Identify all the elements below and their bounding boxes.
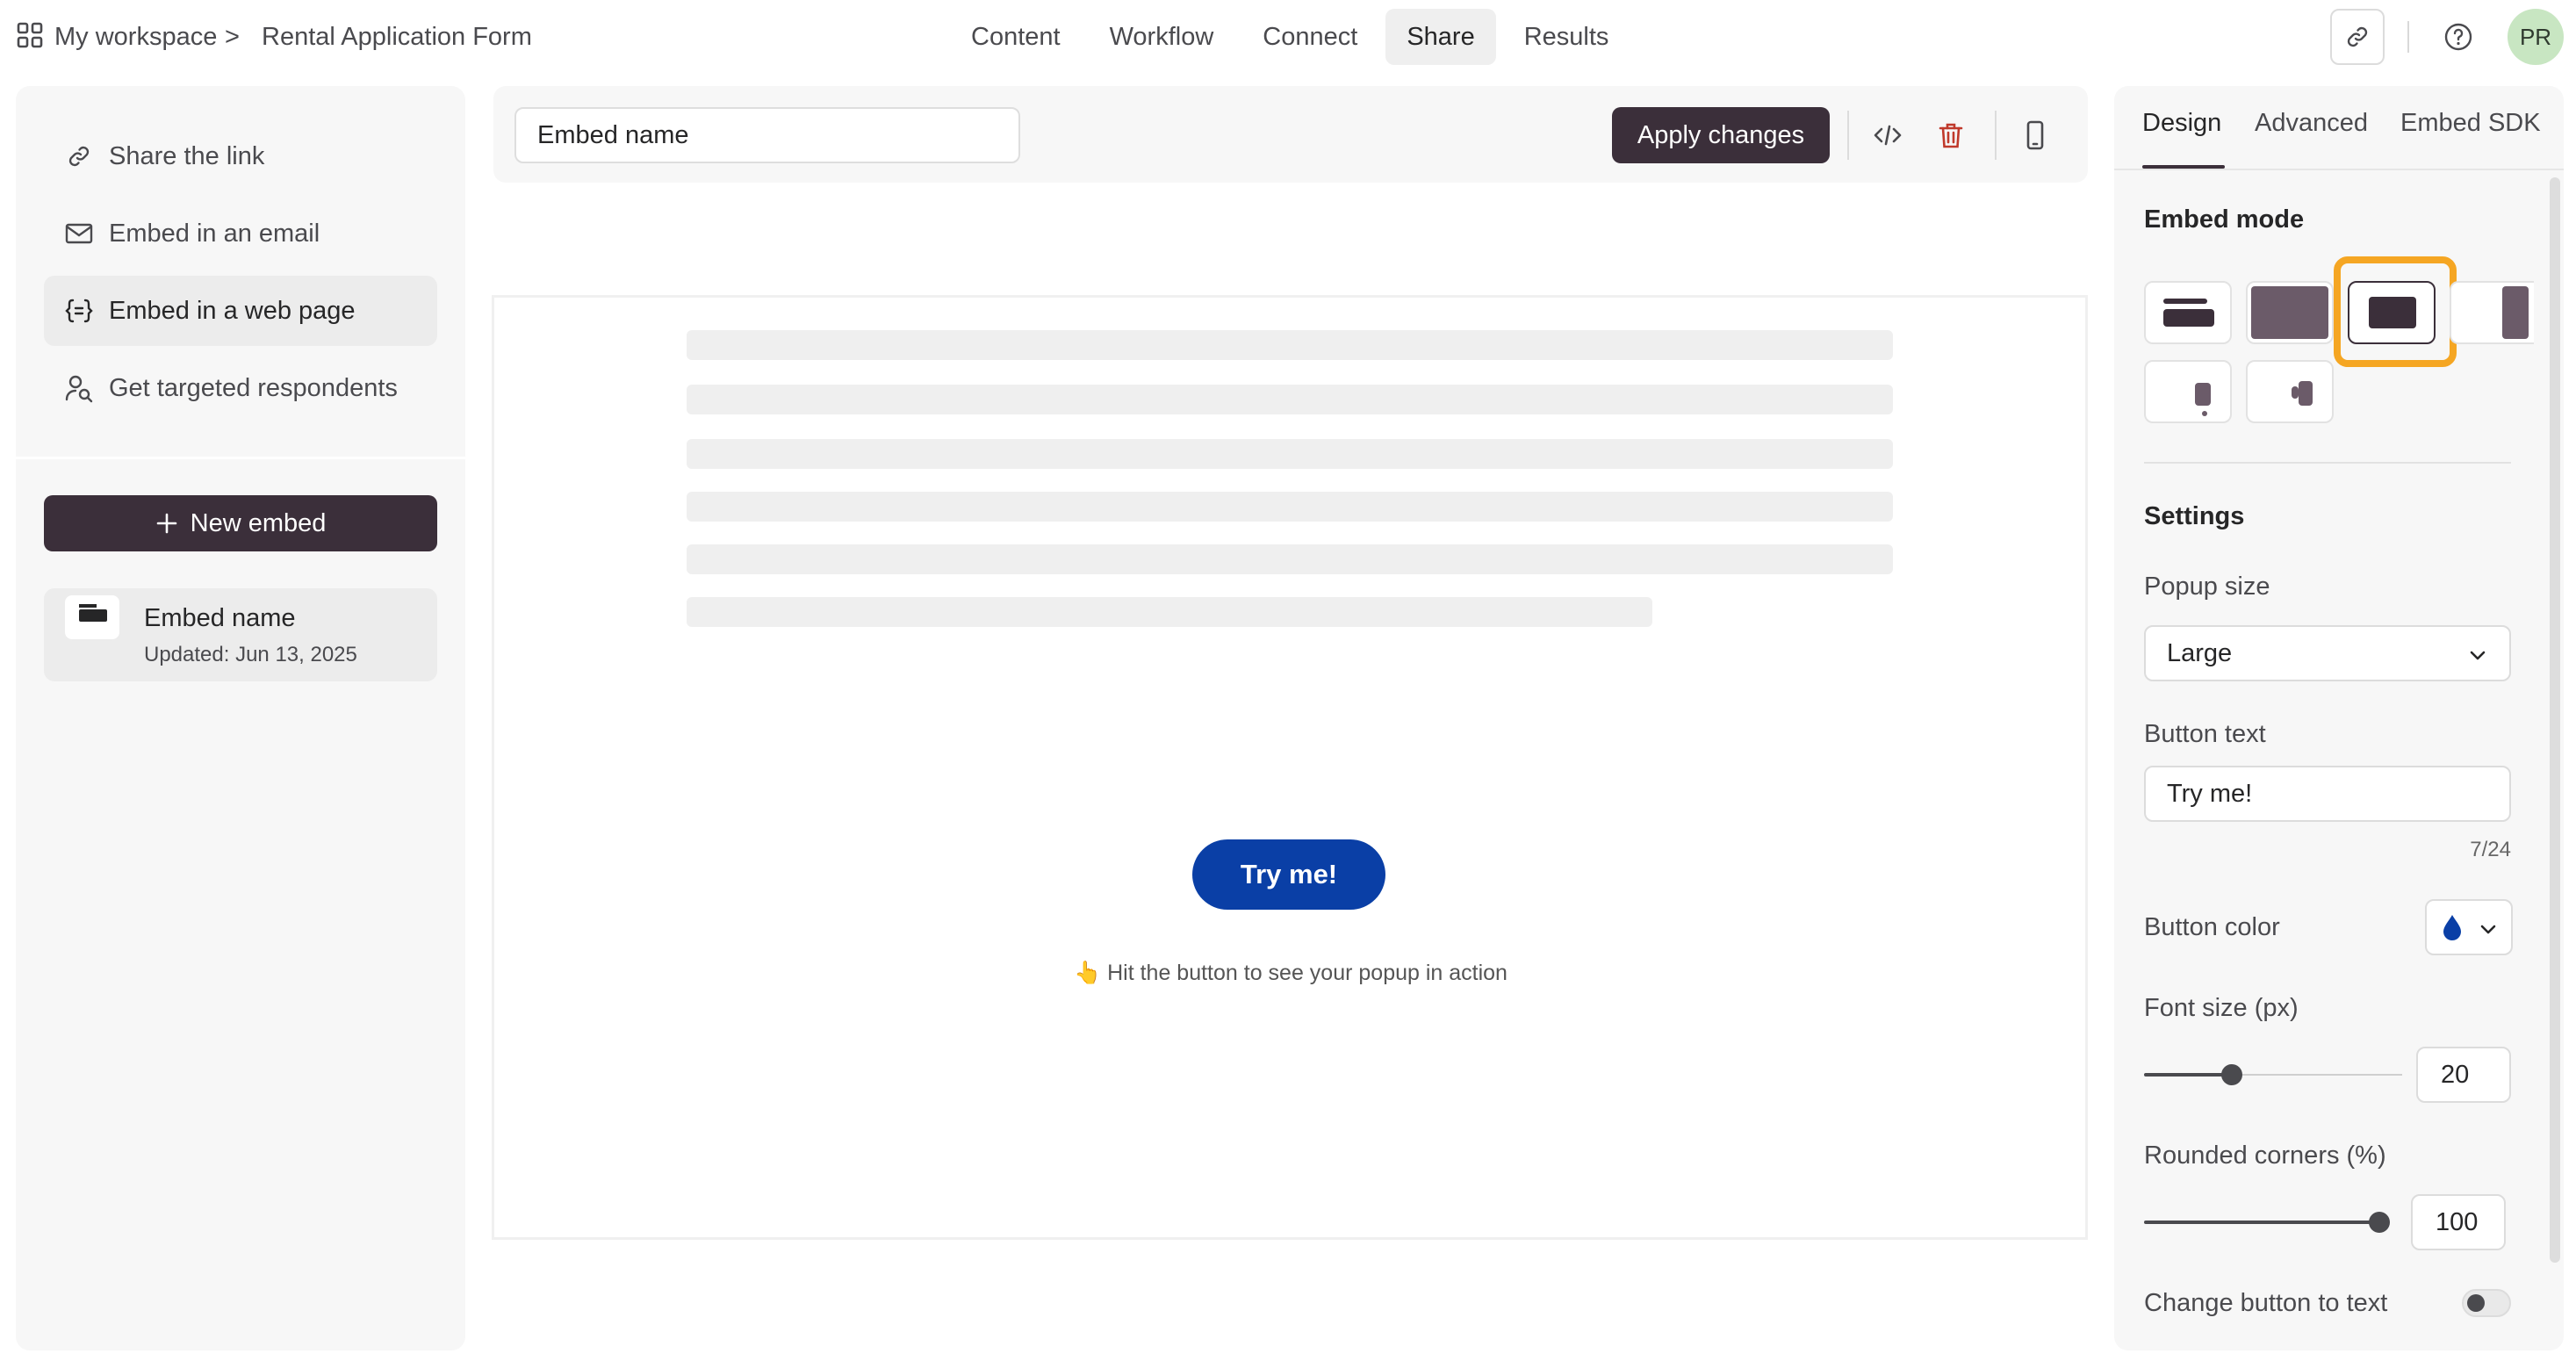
share-option-label: Embed in an email (109, 219, 320, 248)
embed-list-item[interactable]: Embed name Updated: Jun 13, 2025 (44, 588, 437, 681)
tab-content[interactable]: Content (950, 9, 1082, 65)
divider (16, 457, 465, 459)
settings-title: Settings (2144, 502, 2245, 530)
new-embed-label: New embed (190, 508, 327, 537)
preview-popup-button[interactable]: Try me! (1192, 839, 1385, 910)
share-option-email[interactable]: Embed in an email (44, 198, 437, 269)
apps-grid-icon[interactable] (16, 21, 44, 49)
font-size-label: Font size (px) (2144, 994, 2299, 1022)
divider (1847, 111, 1849, 160)
help-icon[interactable] (2443, 21, 2474, 53)
breadcrumb-form-title[interactable]: Rental Application Form (262, 19, 532, 54)
mode-slider-icon[interactable] (2450, 281, 2534, 344)
link-icon (2343, 23, 2371, 51)
mode-full-page-icon[interactable] (2246, 281, 2334, 344)
embed-item-updated: Updated: Jun 13, 2025 (144, 643, 357, 666)
apply-changes-button[interactable]: Apply changes (1612, 107, 1830, 163)
color-drop-icon (2441, 913, 2464, 941)
placeholder-line (687, 597, 1652, 627)
share-option-label: Get targeted respondents (109, 373, 398, 402)
popup-size-value: Large (2167, 638, 2233, 667)
embed-name-input[interactable]: Embed name (514, 107, 1020, 163)
breadcrumb-workspace[interactable]: My workspace (54, 19, 217, 54)
link-icon (63, 140, 95, 172)
main-nav: Content Workflow Connect Share Results (950, 9, 1637, 65)
tab-divider (2114, 169, 2564, 170)
share-sidebar: Share the link Embed in an email Embed i… (16, 86, 465, 1350)
rounded-corners-input[interactable]: 100 (2411, 1194, 2506, 1250)
plus-icon (155, 512, 178, 535)
placeholder-line (687, 492, 1893, 522)
mobile-preview-icon[interactable] (2014, 114, 2056, 156)
selected-mode-highlight (2334, 256, 2457, 367)
tab-embed-sdk[interactable]: Embed SDK (2400, 109, 2541, 138)
popup-size-label: Popup size (2144, 572, 2270, 601)
chevron-down-icon (2467, 644, 2488, 666)
panel-scrollbar[interactable] (2550, 177, 2560, 1263)
button-color-label: Button color (2144, 913, 2280, 941)
change-button-to-text-label: Change button to text (2144, 1289, 2388, 1317)
tab-workflow[interactable]: Workflow (1089, 9, 1235, 65)
popup-size-select[interactable]: Large (2144, 625, 2511, 681)
popup-embed-thumbnail-icon (65, 595, 119, 639)
font-size-slider-handle[interactable] (2221, 1064, 2242, 1085)
embed-preview (492, 295, 2088, 1240)
user-avatar[interactable]: PR (2508, 9, 2564, 65)
rounded-corners-slider-fill (2144, 1221, 2379, 1224)
mail-icon (63, 218, 95, 249)
tab-design[interactable]: Design (2142, 109, 2221, 138)
placeholder-line (687, 330, 1893, 360)
tab-advanced[interactable]: Advanced (2255, 109, 2368, 138)
rounded-corners-slider-handle[interactable] (2369, 1212, 2390, 1233)
button-text-label: Button text (2144, 720, 2266, 748)
active-tab-indicator (2142, 165, 2225, 169)
tab-share[interactable]: Share (1385, 9, 1496, 65)
code-braces-icon (63, 295, 95, 327)
share-option-label: Share the link (109, 141, 265, 170)
embed-mode-title: Embed mode (2144, 205, 2305, 234)
font-size-input[interactable]: 20 (2416, 1047, 2511, 1103)
font-size-slider-fill (2144, 1073, 2232, 1077)
tab-connect[interactable]: Connect (1241, 9, 1378, 65)
top-bar: My workspace > Rental Application Form C… (0, 0, 2576, 74)
change-button-to-text-toggle[interactable] (2462, 1289, 2511, 1317)
placeholder-line (687, 544, 1893, 574)
breadcrumb-separator: > (225, 22, 240, 51)
share-option-label: Embed in a web page (109, 296, 356, 325)
share-option-web-page[interactable]: Embed in a web page (44, 276, 437, 346)
tab-results[interactable]: Results (1503, 9, 1630, 65)
font-size-slider-track[interactable] (2232, 1074, 2402, 1076)
button-color-picker[interactable] (2425, 899, 2513, 955)
rounded-corners-label: Rounded corners (%) (2144, 1141, 2386, 1170)
placeholder-line (687, 439, 1893, 469)
placeholder-line (687, 385, 1893, 414)
person-search-icon (63, 372, 95, 404)
divider (1995, 111, 1997, 160)
divider (2407, 21, 2409, 53)
get-code-icon[interactable] (1867, 114, 1909, 156)
chevron-down-icon (2478, 918, 2499, 940)
mode-side-tab-icon[interactable] (2246, 360, 2334, 423)
new-embed-button[interactable]: New embed (44, 495, 437, 551)
mode-popover-icon[interactable] (2144, 360, 2232, 423)
preview-hint: 👆 Hit the button to see your popup in ac… (1074, 961, 1507, 985)
share-option-targeted-respondents[interactable]: Get targeted respondents (44, 353, 437, 423)
character-counter: 7/24 (2470, 838, 2511, 861)
delete-icon[interactable] (1930, 114, 1972, 156)
mode-standard-icon[interactable] (2144, 281, 2232, 344)
divider (2144, 462, 2511, 464)
copy-link-button[interactable] (2330, 9, 2385, 65)
button-text-input[interactable]: Try me! (2144, 766, 2511, 822)
embed-item-title: Embed name (144, 604, 296, 632)
share-option-link[interactable]: Share the link (44, 121, 437, 191)
